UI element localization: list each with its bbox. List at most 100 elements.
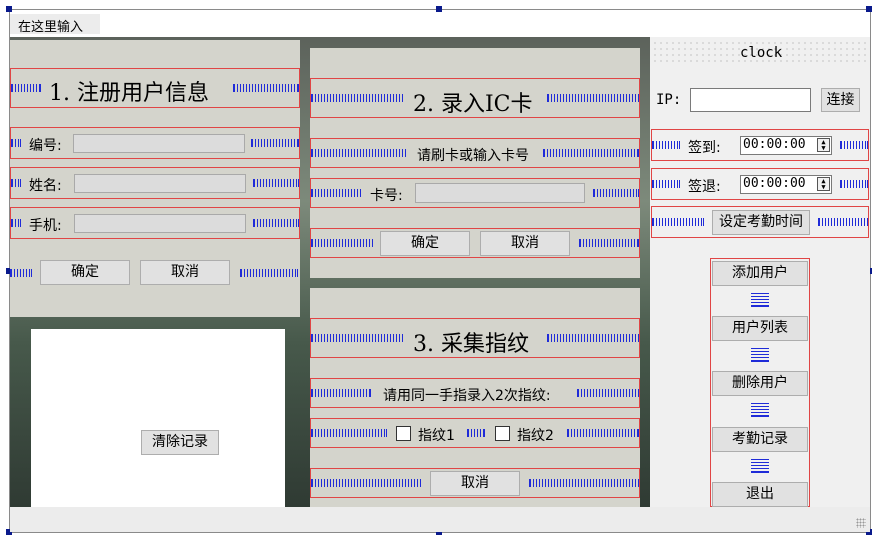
clear-log-label: 清除记录 [152, 434, 208, 450]
horizontal-spacer [233, 84, 299, 92]
id-label: 编号: [29, 138, 62, 154]
signin-time-value: 00:00:00 [743, 137, 806, 152]
time-spinner-icon[interactable]: ▲ ▼ [817, 177, 830, 191]
name-input[interactable] [74, 174, 246, 193]
register-title: 1. 注册用户信息 [49, 81, 209, 106]
phone-input[interactable] [74, 214, 246, 233]
horizontal-spacer [593, 189, 639, 197]
fingerprint-prompt: 请用同一手指录入2次指纹: [383, 388, 551, 404]
signin-row: 签到: 00:00:00 ▲ ▼ [651, 129, 869, 161]
signin-label: 签到: [688, 140, 721, 156]
ic-confirm-button[interactable]: 确定 [380, 231, 470, 256]
ip-input[interactable] [690, 88, 811, 112]
set-attendance-time-button[interactable]: 设定考勤时间 [712, 210, 810, 235]
id-input[interactable] [73, 134, 245, 153]
register-confirm-button[interactable]: 确定 [40, 260, 130, 285]
horizontal-spacer [818, 218, 868, 226]
add-user-button[interactable]: 添加用户 [712, 261, 808, 286]
fp-checkbox-row: 指纹1 指纹2 [310, 418, 640, 448]
signout-label: 签退: [688, 179, 721, 195]
horizontal-spacer [547, 334, 639, 342]
fingerprint2-checkbox[interactable] [495, 426, 510, 441]
set-attendance-time-label: 设定考勤时间 [719, 214, 803, 230]
horizontal-spacer [547, 94, 639, 102]
resize-handle[interactable] [436, 6, 442, 12]
fp-cancel-button[interactable]: 取消 [430, 471, 520, 496]
phone-row: 手机: [10, 207, 300, 239]
signout-time-value: 00:00:00 [743, 176, 806, 191]
card-number-label: 卡号: [370, 188, 403, 204]
vertical-spacer [751, 459, 769, 473]
name-row: 姓名: [10, 167, 300, 199]
add-user-label: 添加用户 [732, 265, 788, 281]
horizontal-spacer [652, 180, 680, 188]
delete-user-button[interactable]: 删除用户 [712, 371, 808, 396]
horizontal-spacer [11, 219, 21, 227]
fingerprint1-label: 指纹1 [418, 428, 455, 444]
horizontal-spacer [253, 179, 299, 187]
user-list-button[interactable]: 用户列表 [712, 316, 808, 341]
register-cancel-label: 取消 [171, 264, 199, 280]
horizontal-spacer [253, 219, 299, 227]
log-area[interactable] [31, 329, 285, 507]
ic-title-row: 2. 录入IC卡 [310, 78, 640, 118]
set-time-row: 设定考勤时间 [651, 206, 869, 238]
horizontal-spacer [840, 141, 868, 149]
resize-handle[interactable] [866, 6, 872, 12]
horizontal-spacer [11, 139, 21, 147]
clear-log-button[interactable]: 清除记录 [141, 430, 219, 455]
attendance-records-button[interactable]: 考勤记录 [712, 427, 808, 452]
time-spinner-icon[interactable]: ▲ ▼ [817, 138, 830, 152]
card-number-row: 卡号: [310, 178, 640, 208]
horizontal-spacer [577, 389, 639, 397]
exit-button[interactable]: 退出 [712, 482, 808, 507]
horizontal-spacer [311, 334, 403, 342]
horizontal-spacer [251, 139, 299, 147]
fingerprint2-label: 指纹2 [517, 428, 554, 444]
horizontal-spacer [652, 218, 704, 226]
horizontal-spacer [10, 269, 32, 277]
horizontal-spacer [543, 149, 639, 157]
user-list-label: 用户列表 [732, 320, 788, 336]
horizontal-spacer [840, 180, 868, 188]
fingerprint-title: 3. 采集指纹 [413, 332, 529, 357]
fp-title-row: 3. 采集指纹 [310, 318, 640, 358]
horizontal-spacer [311, 189, 361, 197]
status-bar [10, 507, 870, 532]
signout-row: 签退: 00:00:00 ▲ ▼ [651, 168, 869, 200]
size-grip-icon[interactable] [856, 518, 866, 528]
horizontal-spacer [467, 429, 485, 437]
connect-label: 连接 [826, 92, 855, 108]
ic-cancel-button[interactable]: 取消 [480, 231, 570, 256]
register-cancel-button[interactable]: 取消 [140, 260, 230, 285]
card-number-input[interactable] [415, 183, 585, 203]
fp-prompt-row: 请用同一手指录入2次指纹: [310, 378, 640, 408]
horizontal-spacer [311, 389, 371, 397]
register-confirm-label: 确定 [71, 264, 99, 280]
vertical-spacer [751, 403, 769, 417]
vertical-spacer [751, 348, 769, 362]
horizontal-spacer [529, 479, 639, 487]
name-label: 姓名: [29, 178, 62, 194]
ic-card-title: 2. 录入IC卡 [413, 92, 533, 117]
ic-card-prompt: 请刷卡或输入卡号 [417, 148, 529, 164]
menu-placeholder-item[interactable]: 在这里输入 [18, 16, 83, 35]
vertical-spacer [751, 293, 769, 307]
horizontal-spacer [240, 269, 298, 277]
fingerprint1-checkbox[interactable] [396, 426, 411, 441]
attendance-records-label: 考勤记录 [732, 431, 788, 447]
resize-handle[interactable] [6, 6, 12, 12]
horizontal-spacer [11, 84, 41, 92]
horizontal-spacer [567, 429, 639, 437]
signin-time-edit[interactable]: 00:00:00 ▲ ▼ [740, 136, 832, 155]
ic-confirm-label: 确定 [411, 235, 439, 251]
phone-label: 手机: [29, 218, 62, 234]
horizontal-spacer [579, 239, 639, 247]
register-title-row: 1. 注册用户信息 [10, 68, 300, 108]
connect-button[interactable]: 连接 [821, 88, 860, 112]
clock-display: clock [652, 40, 866, 66]
fp-button-row: 取消 [310, 468, 640, 498]
exit-label: 退出 [746, 486, 774, 502]
horizontal-spacer [311, 149, 406, 157]
signout-time-edit[interactable]: 00:00:00 ▲ ▼ [740, 175, 832, 194]
